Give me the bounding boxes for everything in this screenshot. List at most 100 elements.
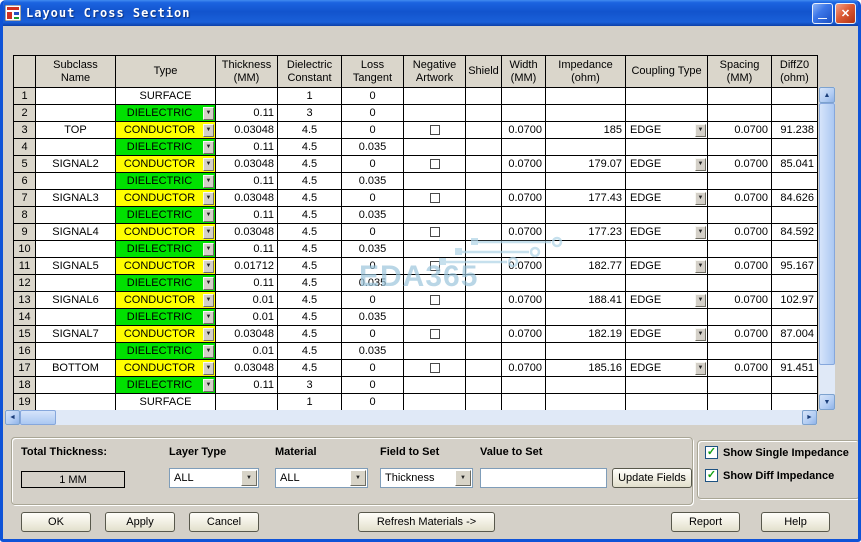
cell-subclass-name[interactable] xyxy=(36,139,116,156)
cell-dielectric-constant[interactable]: 4.5 xyxy=(278,139,342,156)
coupling-dropdown-icon[interactable]: ▼ xyxy=(695,123,706,137)
coupling-dropdown-icon[interactable]: ▼ xyxy=(695,293,706,307)
cell-width[interactable] xyxy=(502,275,546,292)
type-dropdown-icon[interactable]: ▼ xyxy=(203,259,214,273)
type-dropdown-icon[interactable]: ▼ xyxy=(203,157,214,171)
vertical-scrollbar[interactable]: ▲ ▼ xyxy=(819,87,835,410)
update-fields-button[interactable]: Update Fields xyxy=(612,468,692,488)
cell-dielectric-constant[interactable]: 3 xyxy=(278,105,342,122)
cell-loss-tangent[interactable]: 0 xyxy=(342,394,404,411)
type-dropdown-icon[interactable]: ▼ xyxy=(203,191,214,205)
scroll-up-icon[interactable]: ▲ xyxy=(819,87,835,103)
cell-thickness[interactable]: 0.01712 xyxy=(216,258,278,275)
negative-artwork-checkbox[interactable] xyxy=(429,125,440,135)
cell-subclass-name[interactable] xyxy=(36,394,116,411)
cell-type[interactable]: DIELECTRIC ▼ xyxy=(116,241,216,258)
cell-type[interactable]: CONDUCTOR ▼ xyxy=(116,292,216,309)
cell-negative-artwork[interactable] xyxy=(404,122,466,139)
value-to-set-input[interactable] xyxy=(480,468,607,488)
cell-width[interactable] xyxy=(502,309,546,326)
cell-spacing[interactable] xyxy=(708,377,772,394)
show-single-impedance-checkbox[interactable]: ✓ Show Single Impedance xyxy=(705,446,849,459)
cell-spacing[interactable] xyxy=(708,275,772,292)
cell-thickness[interactable]: 0.03048 xyxy=(216,326,278,343)
cell-spacing[interactable] xyxy=(708,394,772,411)
cell-dielectric-constant[interactable]: 4.5 xyxy=(278,292,342,309)
cell-loss-tangent[interactable]: 0 xyxy=(342,326,404,343)
scroll-right-icon[interactable]: ► xyxy=(802,410,817,425)
horizontal-scrollbar-thumb[interactable] xyxy=(20,410,56,425)
cell-loss-tangent[interactable]: 0.035 xyxy=(342,139,404,156)
cell-type[interactable]: DIELECTRIC ▼ xyxy=(116,377,216,394)
negative-artwork-checkbox[interactable] xyxy=(429,363,440,373)
cell-dielectric-constant[interactable]: 4.5 xyxy=(278,173,342,190)
negative-artwork-checkbox[interactable] xyxy=(429,159,440,169)
cell-thickness[interactable] xyxy=(216,88,278,105)
cell-thickness[interactable]: 0.11 xyxy=(216,377,278,394)
cell-width[interactable]: 0.0700 xyxy=(502,258,546,275)
cell-spacing[interactable] xyxy=(708,309,772,326)
cell-subclass-name[interactable] xyxy=(36,275,116,292)
cell-width[interactable]: 0.0700 xyxy=(502,360,546,377)
layer-type-select[interactable]: ALL ▼ xyxy=(169,468,259,488)
cell-thickness[interactable]: 0.11 xyxy=(216,207,278,224)
help-button[interactable]: Help xyxy=(761,512,830,532)
cell-loss-tangent[interactable]: 0.035 xyxy=(342,309,404,326)
cell-negative-artwork[interactable] xyxy=(404,326,466,343)
cell-subclass-name[interactable] xyxy=(36,173,116,190)
coupling-dropdown-icon[interactable]: ▼ xyxy=(695,157,706,171)
cell-width[interactable] xyxy=(502,377,546,394)
minimize-button[interactable]: — xyxy=(812,2,833,24)
cell-type[interactable]: CONDUCTOR ▼ xyxy=(116,360,216,377)
cell-thickness[interactable]: 0.01 xyxy=(216,309,278,326)
cell-subclass-name[interactable]: BOTTOM xyxy=(36,360,116,377)
cell-dielectric-constant[interactable]: 4.5 xyxy=(278,343,342,360)
cell-loss-tangent[interactable]: 0 xyxy=(342,292,404,309)
type-dropdown-icon[interactable]: ▼ xyxy=(203,327,214,341)
cell-coupling-type[interactable]: EDGE ▼ xyxy=(626,258,708,275)
cell-width[interactable] xyxy=(502,173,546,190)
cell-negative-artwork[interactable] xyxy=(404,360,466,377)
cell-subclass-name[interactable] xyxy=(36,377,116,394)
cell-spacing[interactable] xyxy=(708,139,772,156)
checkmark-icon[interactable]: ✓ xyxy=(705,446,718,459)
cell-loss-tangent[interactable]: 0 xyxy=(342,377,404,394)
cell-width[interactable] xyxy=(502,343,546,360)
cell-thickness[interactable]: 0.11 xyxy=(216,105,278,122)
cell-thickness[interactable]: 0.11 xyxy=(216,139,278,156)
cell-type[interactable]: DIELECTRIC ▼ xyxy=(116,343,216,360)
cell-spacing[interactable] xyxy=(708,343,772,360)
checkmark-icon[interactable]: ✓ xyxy=(705,469,718,482)
cell-type[interactable]: CONDUCTOR ▼ xyxy=(116,224,216,241)
cell-type[interactable]: CONDUCTOR ▼ xyxy=(116,326,216,343)
cell-loss-tangent[interactable]: 0 xyxy=(342,360,404,377)
cell-type[interactable]: CONDUCTOR ▼ xyxy=(116,258,216,275)
cell-negative-artwork[interactable] xyxy=(404,190,466,207)
type-dropdown-icon[interactable]: ▼ xyxy=(203,106,214,120)
cell-width[interactable] xyxy=(502,394,546,411)
cell-spacing[interactable]: 0.0700 xyxy=(708,190,772,207)
cell-loss-tangent[interactable]: 0.035 xyxy=(342,173,404,190)
type-dropdown-icon[interactable]: ▼ xyxy=(203,174,214,188)
scroll-left-icon[interactable]: ◄ xyxy=(5,410,20,425)
cell-coupling-type[interactable]: EDGE ▼ xyxy=(626,292,708,309)
cell-thickness[interactable]: 0.11 xyxy=(216,275,278,292)
coupling-dropdown-icon[interactable]: ▼ xyxy=(695,259,706,273)
cell-spacing[interactable]: 0.0700 xyxy=(708,258,772,275)
cell-thickness[interactable]: 0.03048 xyxy=(216,360,278,377)
cell-width[interactable]: 0.0700 xyxy=(502,292,546,309)
horizontal-scrollbar[interactable]: ◄ ► xyxy=(5,410,817,425)
cell-spacing[interactable]: 0.0700 xyxy=(708,224,772,241)
cell-width[interactable] xyxy=(502,207,546,224)
cell-type[interactable]: DIELECTRIC ▼ xyxy=(116,309,216,326)
refresh-materials-button[interactable]: Refresh Materials -> xyxy=(358,512,495,532)
chevron-down-icon[interactable]: ▼ xyxy=(455,470,471,486)
vertical-scrollbar-thumb[interactable] xyxy=(819,103,835,365)
cell-subclass-name[interactable]: SIGNAL4 xyxy=(36,224,116,241)
cell-type[interactable]: DIELECTRIC ▼ xyxy=(116,275,216,292)
cell-dielectric-constant[interactable]: 4.5 xyxy=(278,241,342,258)
cell-subclass-name[interactable] xyxy=(36,309,116,326)
cell-spacing[interactable] xyxy=(708,241,772,258)
cell-thickness[interactable] xyxy=(216,394,278,411)
cell-loss-tangent[interactable]: 0.035 xyxy=(342,241,404,258)
